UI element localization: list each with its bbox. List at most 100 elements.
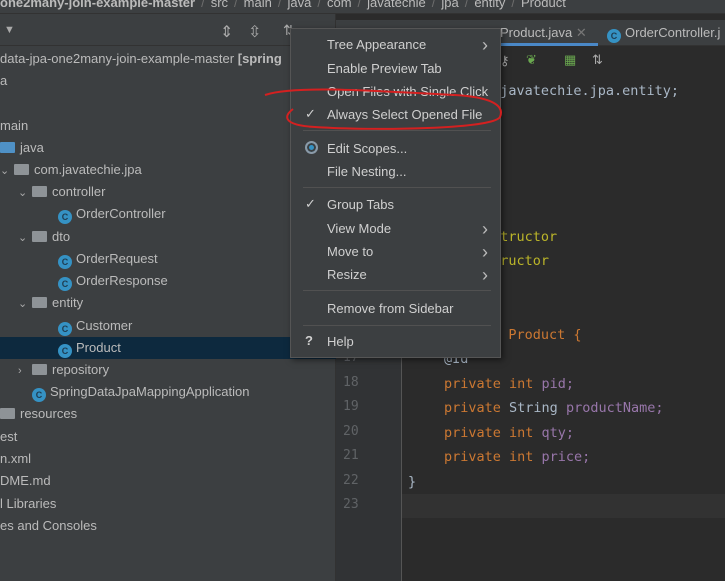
code-line: private String productName; — [444, 400, 664, 416]
collapse-all-icon[interactable]: ⇳ — [248, 22, 261, 42]
radio-icon — [305, 140, 318, 155]
breadcrumb-separator: / — [357, 0, 362, 10]
menu-item-edit-scopes[interactable]: Edit Scopes... — [327, 139, 497, 159]
tree-item[interactable]: C OrderRequest — [0, 248, 336, 270]
chevron-right-icon[interactable]: › — [18, 360, 32, 382]
class-icon: C — [58, 255, 72, 269]
line-number: 20 — [343, 423, 359, 439]
menu-item-help[interactable]: Help — [327, 332, 497, 352]
breadcrumb-item[interactable]: com — [327, 0, 352, 10]
submenu-arrow-icon: › — [482, 242, 488, 262]
chevron-down-icon[interactable]: ⌄ — [0, 160, 14, 182]
breadcrumb-separator: / — [234, 0, 238, 10]
tab-order-controller[interactable]: C OrderController.j — [601, 20, 725, 46]
expand-all-icon[interactable]: ⇕ — [220, 22, 233, 42]
breadcrumb-item[interactable]: Product — [521, 0, 566, 10]
key-icon[interactable]: ⚷ — [500, 53, 510, 69]
menu-separator — [303, 325, 491, 326]
breadcrumb-item[interactable]: javatechie — [367, 0, 426, 10]
options-context-menu: Tree Appearance › Enable Preview Tab Open F… — [290, 28, 501, 358]
checkmark-icon: ✓ — [305, 196, 316, 211]
help-icon: ? — [305, 333, 313, 348]
sort-icon[interactable]: ⇅ — [592, 52, 603, 68]
code-line: private int price; — [444, 449, 591, 465]
menu-item-resize[interactable]: Resize — [327, 265, 497, 285]
submenu-arrow-icon: › — [482, 35, 488, 55]
project-toolbar: ▼ ⇕ ⇳ ⇅ — [0, 20, 336, 46]
breadcrumb-separator: / — [277, 0, 282, 10]
class-icon: C — [58, 322, 72, 336]
package-line: n.javatechie.jpa.entity; — [484, 83, 680, 99]
breadcrumb-separator: / — [511, 0, 516, 10]
breadcrumb-item[interactable]: entity — [474, 0, 505, 10]
tree-item[interactable]: C OrderController — [0, 203, 336, 225]
menu-item-tree-appearance[interactable]: Tree Appearance — [327, 35, 497, 55]
tree-item[interactable]: java — [0, 137, 336, 159]
red-annotation-circle — [264, 88, 502, 130]
tree-item[interactable]: C SpringDataJpaMappingApplication — [0, 381, 336, 403]
class-icon: C — [58, 344, 72, 358]
line-number: 21 — [343, 448, 359, 463]
tree-item[interactable]: DME.md — [0, 470, 336, 492]
tree-item[interactable]: ⌄ com.javatechie.jpa — [0, 159, 336, 181]
code-line: } — [408, 473, 417, 490]
submenu-arrow-icon: › — [482, 219, 488, 239]
submenu-arrow-icon: › — [482, 265, 488, 285]
package-icon — [32, 231, 47, 242]
package-icon — [32, 364, 47, 375]
tree-item[interactable]: › repository — [0, 359, 336, 381]
breadcrumb-separator: / — [201, 0, 205, 10]
chevron-down-icon[interactable]: ⌄ — [18, 293, 32, 315]
breadcrumb-separator: / — [464, 0, 469, 10]
menu-item-enable-preview-tab[interactable]: Enable Preview Tab — [327, 59, 497, 79]
tree-item[interactable]: ⌄ controller — [0, 181, 336, 203]
line-number: 18 — [343, 374, 359, 390]
code-line: private int pid; — [444, 375, 575, 392]
package-icon — [32, 297, 47, 308]
breadcrumb-separator: / — [317, 0, 321, 10]
menu-separator — [303, 187, 491, 188]
tree-item[interactable]: ⌄ dto — [0, 226, 336, 248]
resources-folder-icon — [0, 408, 15, 419]
tree-item[interactable]: es and Consoles — [0, 515, 336, 537]
source-folder-icon — [0, 142, 15, 153]
code-line: private int qty; — [444, 424, 575, 441]
tree-item[interactable]: C OrderResponse — [0, 270, 336, 292]
dropdown-chevron-icon[interactable]: ▼ — [4, 24, 15, 36]
class-icon: C — [607, 29, 621, 43]
menu-item-move-to[interactable]: Move to — [327, 242, 497, 262]
breadcrumb-separator: / — [431, 0, 436, 10]
class-icon: C — [58, 210, 72, 224]
breadcrumb-item[interactable]: one2many-join-example-master — [0, 0, 195, 10]
spring-leaf-icon[interactable]: ❦ — [526, 52, 537, 68]
close-icon[interactable]: ✕ — [576, 25, 587, 40]
tree-item[interactable]: C Product — [0, 337, 336, 359]
breadcrumb: one2many-join-example-master / src / main / ja… — [0, 0, 725, 14]
tree-item[interactable]: resources — [0, 403, 336, 425]
breadcrumb-item[interactable]: jpa — [441, 0, 458, 10]
current-line-highlight — [402, 494, 725, 518]
database-icon[interactable]: ▦ — [564, 52, 576, 68]
menu-item-group-tabs[interactable]: Group Tabs — [327, 195, 497, 215]
breadcrumb-item[interactable]: main — [244, 0, 272, 10]
menu-separator — [303, 290, 491, 291]
tree-item[interactable]: est — [0, 426, 336, 448]
package-icon — [14, 164, 29, 175]
chevron-down-icon[interactable]: ⌄ — [18, 182, 32, 204]
menu-item-remove-from-sidebar[interactable]: Remove from Sidebar — [327, 299, 497, 319]
line-number: 23 — [343, 497, 359, 512]
breadcrumb-item[interactable]: java — [287, 0, 311, 10]
menu-item-view-mode[interactable]: View Mode — [327, 219, 497, 239]
tree-item[interactable]: C Customer — [0, 315, 336, 337]
class-icon: C — [58, 277, 72, 291]
tree-item[interactable]: l Libraries — [0, 493, 336, 515]
tree-item[interactable]: n.xml — [0, 448, 336, 470]
package-icon — [32, 186, 47, 197]
spring-class-icon: C — [32, 388, 46, 402]
line-number: 22 — [343, 472, 359, 488]
breadcrumb-item[interactable]: src — [211, 0, 228, 10]
tree-item[interactable]: ⌄ entity — [0, 292, 336, 314]
chevron-down-icon[interactable]: ⌄ — [18, 227, 32, 249]
menu-item-file-nesting[interactable]: File Nesting... — [327, 162, 497, 182]
project-root[interactable]: data-jpa-one2many-join-example-master [s… — [0, 48, 336, 70]
